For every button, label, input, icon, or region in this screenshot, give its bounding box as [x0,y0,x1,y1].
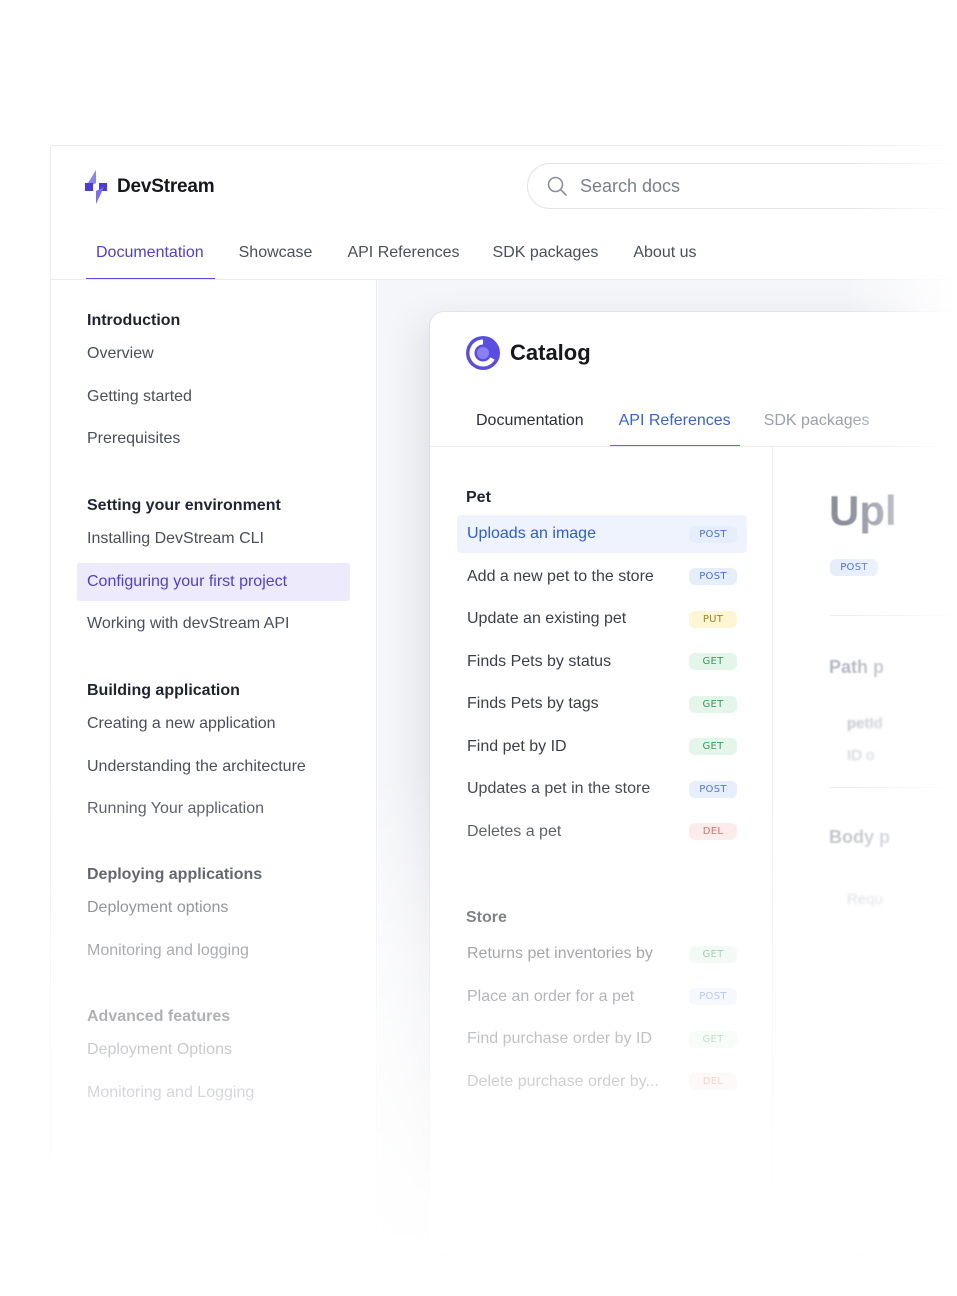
sidebar-group-introduction: Introduction Overview Getting started Pr… [87,312,192,461]
endpoint-list: Pet Uploads an image POST Add a new pet … [430,447,773,1247]
method-badge: POST [689,568,737,585]
method-badge: GET [689,945,737,963]
nav-api-references[interactable]: API References [347,230,459,280]
sidebar-item-architecture[interactable]: Understanding the architecture [87,746,306,789]
sidebar-group-environment: Setting your environment Installing DevS… [77,497,350,646]
sidebar-group-building: Building application Creating a new appl… [87,682,306,831]
section-title-store: Store [466,909,507,926]
method-badge: POST [689,988,737,1005]
search-icon [547,176,567,196]
sidebar-item-working-with-api[interactable]: Working with devStream API [87,603,350,646]
endpoint-label: Finds Pets by tags [467,695,599,712]
section-title-pet: Pet [466,489,491,506]
endpoint-detail: Upl POST Path p petId ID o Body p Requ [774,447,957,1252]
sidebar-item-getting-started[interactable]: Getting started [87,376,192,419]
endpoint-label: Updates a pet in the store [467,780,651,797]
body-params-heading: Body p [829,827,890,847]
param-description: ID o [847,747,875,764]
method-badge: GET [689,738,737,755]
sidebar-item-monitoring[interactable]: Monitoring and logging [87,930,262,973]
catalog-logo[interactable]: Catalog [465,335,591,371]
tab-sdk-packages[interactable]: SDK packages [764,402,870,447]
catalog-window: Catalog Documentation API References SDK… [430,312,957,1252]
catalog-tabs: Documentation API References SDK package… [476,402,870,447]
sidebar-item-adv-deployment-options[interactable]: Deployment Options [87,1029,254,1072]
detail-title: Upl [829,487,897,534]
devstream-logo-icon [85,170,107,204]
endpoint-item[interactable]: Deletes a pet DEL [457,813,747,851]
sidebar-item-prerequisites[interactable]: Prerequisites [87,418,192,461]
endpoint-label: Uploads an image [467,525,596,542]
endpoint-label: Find pet by ID [467,737,567,755]
method-badge: POST [689,525,737,543]
param-name: petId [847,715,883,732]
sidebar-item-creating-app[interactable]: Creating a new application [87,703,306,746]
method-badge: GET [689,653,737,670]
endpoint-label: Find purchase order by ID [467,1030,652,1047]
search-input[interactable]: Search docs [527,163,957,209]
divider [830,787,957,788]
catalog-logo-icon [466,336,500,370]
sidebar-item-running-app[interactable]: Running Your application [87,788,306,831]
sidebar-item-adv-monitoring[interactable]: Monitoring and Logging [87,1072,254,1115]
app-name: DevStream [117,176,215,197]
sidebar-item-deployment-options[interactable]: Deployment options [87,887,262,930]
path-params-heading: Path p [829,657,885,677]
endpoint-item[interactable]: Update an existing pet PUT [457,600,747,638]
endpoint-item[interactable]: Find pet by ID GET [457,728,747,766]
endpoint-item[interactable]: Finds Pets by tags GET [457,685,747,723]
sidebar-group-advanced: Advanced features Deployment Options Mon… [87,1008,254,1114]
endpoint-item[interactable]: Finds Pets by status GET [457,643,747,681]
detail-method-badge: POST [830,559,878,576]
endpoint-item[interactable]: Returns pet inventories by GET [457,935,747,973]
endpoint-label: Returns pet inventories by [467,945,653,962]
docs-sidebar: Introduction Overview Getting started Pr… [51,280,377,1235]
sidebar-group-deploying: Deploying applications Deployment option… [87,866,262,972]
endpoint-label: Place an order for a pet [467,987,635,1005]
endpoint-label: Add a new pet to the store [467,567,654,585]
body-text: Requ [847,891,883,908]
search-placeholder: Search docs [580,175,681,196]
nav-documentation[interactable]: Documentation [86,230,215,280]
sidebar-item-configuring-project[interactable]: Configuring your first project [77,562,350,601]
top-nav: Documentation Showcase API References SD… [85,230,697,280]
endpoint-label: Deletes a pet [467,822,562,840]
endpoint-label: Update an existing pet [467,610,627,627]
endpoint-label: Finds Pets by status [467,652,612,670]
endpoint-item[interactable]: Uploads an image POST [457,515,747,553]
method-badge: DEL [689,1073,737,1090]
devstream-logo[interactable]: DevStream [85,170,215,204]
nav-sdk-packages[interactable]: SDK packages [493,230,599,280]
sidebar-item-overview[interactable]: Overview [87,333,192,376]
divider [830,615,957,616]
tab-documentation[interactable]: Documentation [476,402,584,447]
method-badge: PUT [689,610,737,628]
method-badge: POST [689,780,737,798]
nav-showcase[interactable]: Showcase [239,230,313,280]
catalog-title: Catalog [510,340,591,365]
method-badge: GET [689,695,737,713]
endpoint-item[interactable]: Find purchase order by ID GET [457,1020,747,1058]
endpoint-item[interactable]: Updates a pet in the store POST [457,770,747,808]
endpoint-item[interactable]: Place an order for a pet POST [457,978,747,1016]
method-badge: DEL [689,823,737,840]
tab-api-references[interactable]: API References [609,402,740,447]
endpoint-label: Delete purchase order by... [467,1072,659,1090]
sidebar-item-installing-cli[interactable]: Installing DevStream CLI [87,518,350,561]
method-badge: GET [689,1030,737,1048]
endpoint-item[interactable]: Add a new pet to the store POST [457,558,747,596]
nav-about-us[interactable]: About us [633,230,696,280]
endpoint-item[interactable]: Delete purchase order by... DEL [457,1063,747,1101]
